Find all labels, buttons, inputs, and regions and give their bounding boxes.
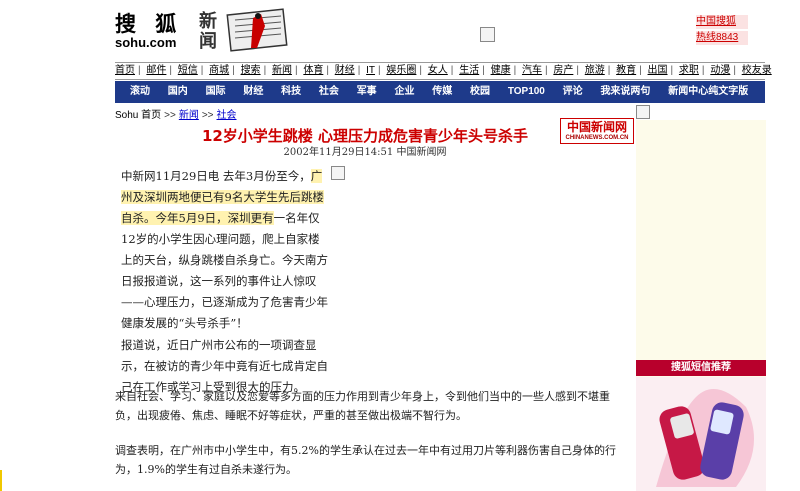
nav-link[interactable]: 体育: [303, 65, 323, 76]
nav2-item[interactable]: 科技: [266, 81, 301, 103]
nav-link[interactable]: 出国: [648, 65, 668, 76]
nav2-item[interactable]: 我来说两句: [585, 81, 650, 103]
logo-url: sohu.com: [115, 35, 177, 50]
nav2-item[interactable]: TOP100: [493, 81, 545, 103]
nav-link[interactable]: 娱乐圈: [386, 65, 416, 76]
article-paragraph: 来自社会、学习、家庭以及恋爱等多方面的压力作用到青少年身上，令到他们当中的一些人…: [115, 390, 610, 422]
breadcrumb-home[interactable]: Sohu 首页: [115, 110, 161, 121]
nav-link[interactable]: 健康: [491, 65, 511, 76]
nav-link[interactable]: 财经: [335, 65, 355, 76]
breadcrumb-sep: >>: [164, 110, 176, 121]
article-paragraph: 中新网11月29日电 去年3月份至今，广州及深圳两地便已有9名大学生先后跳楼自杀…: [121, 166, 329, 334]
nav-link[interactable]: 搜索: [241, 65, 261, 76]
logo-text: 搜 狐: [115, 11, 183, 36]
scroll-marker: [0, 470, 2, 491]
nav2-item[interactable]: 财经: [228, 81, 263, 103]
nav2-item[interactable]: 校园: [455, 81, 490, 103]
nav-link[interactable]: 邮件: [146, 65, 166, 76]
nav2-item[interactable]: 评论: [548, 81, 583, 103]
sms-promo-image[interactable]: [636, 377, 766, 491]
paragraph-text: 一名年仅12岁的小学生因心理问题，爬上自家楼上的天台，纵身跳楼自杀身亡。今天南方…: [121, 211, 328, 330]
broken-image-icon: [331, 166, 345, 180]
top-ad[interactable]: 中国搜狐 热线8843: [696, 15, 748, 47]
nav-link[interactable]: 汽车: [522, 65, 542, 76]
breadcrumb-news[interactable]: 新闻: [179, 110, 199, 121]
breadcrumb-section[interactable]: 社会: [217, 110, 237, 121]
nav-link[interactable]: 女人: [428, 65, 448, 76]
nav-link[interactable]: 商城: [209, 65, 229, 76]
sms-promo-title[interactable]: 搜狐短信推荐: [636, 360, 766, 376]
sohu-logo[interactable]: 搜 狐 sohu.com 新闻: [115, 8, 290, 56]
article-meta: 2002年11月29日14:51 中国新闻网: [283, 147, 447, 158]
nav-link[interactable]: 教育: [616, 65, 636, 76]
broken-image-icon: [480, 27, 495, 42]
nav-link[interactable]: 求职: [679, 65, 699, 76]
breadcrumb: Sohu 首页 >> 新闻 >> 社会: [115, 106, 237, 121]
nav2-item[interactable]: 企业: [379, 81, 414, 103]
newspaper-figure-icon: [226, 8, 288, 52]
article-paragraph: 调查表明，在广州市中小学生中，有5.2%的学生承认在过去一年中有过用刀片等利器伤…: [115, 444, 616, 476]
nav2-item[interactable]: 国际: [191, 81, 226, 103]
paragraph-text: 中新网11月29日电 去年3月份至今，: [121, 169, 311, 183]
nav2-item[interactable]: 新闻中心纯文字版: [653, 81, 748, 103]
broken-image-icon: [636, 105, 650, 119]
nav-link[interactable]: IT: [366, 65, 375, 76]
nav-link[interactable]: 动漫: [710, 65, 730, 76]
nav-link[interactable]: 房产: [553, 65, 573, 76]
breadcrumb-sep: >>: [201, 110, 214, 121]
ad-line-2[interactable]: 热线8843: [696, 31, 748, 45]
nav-link[interactable]: 首页: [115, 65, 135, 76]
ad-line-1[interactable]: 中国搜狐: [696, 15, 748, 29]
nav2-item[interactable]: 军事: [342, 81, 377, 103]
nav2-item[interactable]: 国内: [153, 81, 188, 103]
nav-link[interactable]: 新闻: [272, 65, 292, 76]
phones-icon: [656, 389, 754, 487]
primary-nav: 首页 | 邮件 | 短信 | 商城 | 搜索 | 新闻 | 体育 | 财经 | IT | 娱乐圈 |…: [115, 62, 772, 80]
nav-link[interactable]: 生活: [459, 65, 479, 76]
nav-link[interactable]: 旅游: [585, 65, 605, 76]
nav2-item[interactable]: 社会: [304, 81, 339, 103]
nav2-item[interactable]: 滚动: [115, 81, 150, 103]
logo-news-label: 新闻: [199, 11, 217, 52]
secondary-nav: 滚动 国内 国际 财经 科技 社会 军事 企业 传媒 校园 TOP100 评论 …: [115, 81, 765, 103]
nav2-item[interactable]: 传媒: [417, 81, 452, 103]
nav-link[interactable]: 校友录: [742, 65, 772, 76]
nav-link[interactable]: 短信: [178, 65, 198, 76]
